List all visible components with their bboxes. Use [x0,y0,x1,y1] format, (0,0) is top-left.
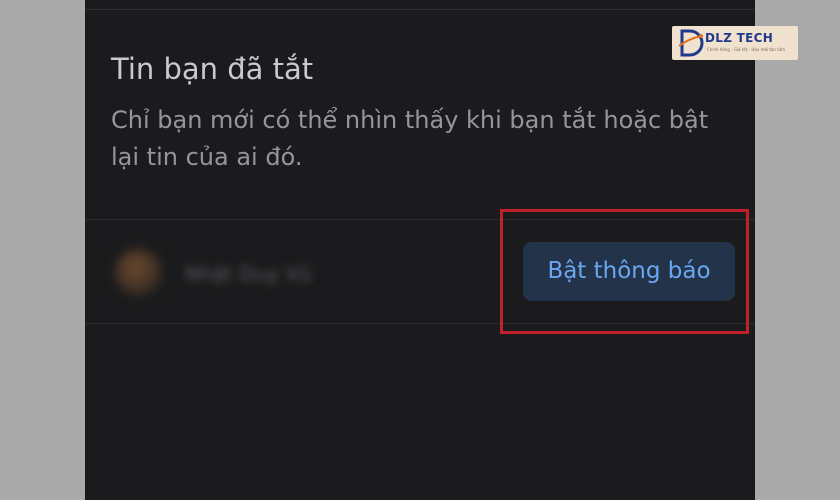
logo-icon [678,29,704,57]
phone-screen: Tin bạn đã tắt Chỉ bạn mới có thể nhìn t… [85,0,755,500]
unmute-button[interactable]: Bật thông báo [523,242,735,301]
section-title: Tin bạn đã tắt [111,52,314,86]
logo-tagline: Chính hãng - Giá tốt - Hậu mãi tận tâm [707,47,786,52]
divider [85,9,755,10]
logo-text: DLZ TECH [705,31,774,45]
avatar [115,249,161,295]
section-description: Chỉ bạn mới có thể nhìn thấy khi bạn tắt… [111,106,709,171]
contact-name: Nhật Duy Vũ [185,262,312,286]
brand-logo: DLZ TECH Chính hãng - Giá tốt - Hậu mãi … [672,26,798,60]
